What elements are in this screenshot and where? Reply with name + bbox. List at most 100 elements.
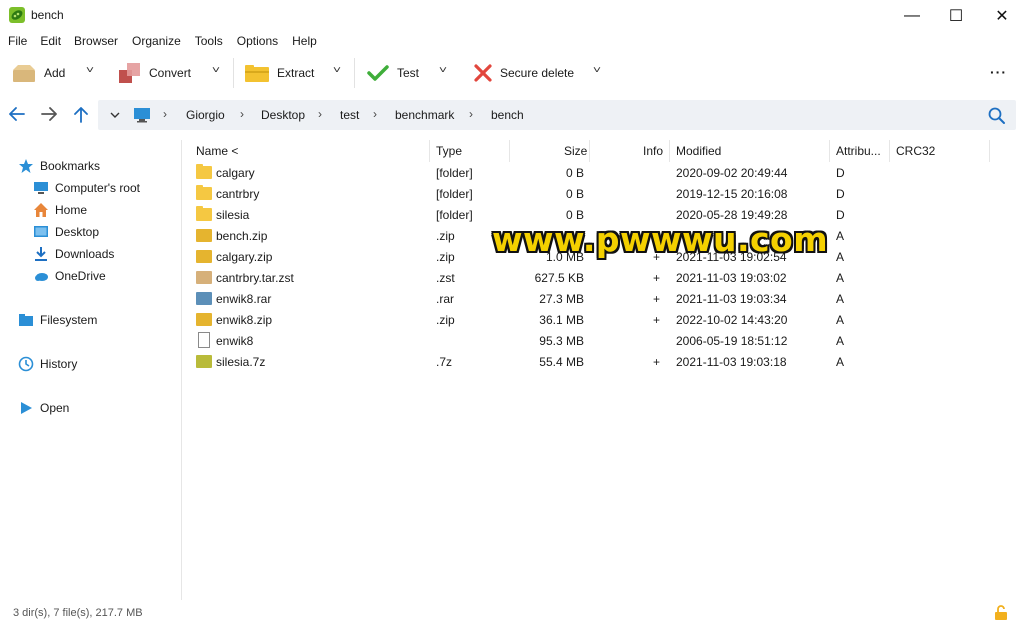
test-label: Test: [397, 66, 420, 80]
test-button[interactable]: Test: [367, 52, 419, 94]
column-header-type[interactable]: Type: [436, 140, 462, 162]
add-button[interactable]: Add: [12, 52, 65, 94]
toolbar-divider: [354, 58, 355, 88]
file-attributes: A: [836, 250, 845, 264]
folder-icon: [196, 164, 212, 179]
toolbar-divider: [233, 58, 234, 88]
column-header-info[interactable]: Info: [643, 140, 663, 162]
download-icon: [35, 247, 47, 261]
breadcrumb-separator-icon: ›: [373, 107, 377, 121]
file-size: 27.3 MB: [539, 292, 584, 306]
table-row[interactable]: enwik8.rar .rar 27.3 MB +2021-11-03 19:03:3…: [190, 289, 1020, 310]
menu-organize[interactable]: Organize: [132, 31, 181, 51]
extract-dropdown-icon[interactable]: ˅: [333, 65, 341, 76]
convert-dropdown-icon[interactable]: ˅: [212, 65, 220, 76]
sidebar-item-history[interactable]: History: [18, 354, 77, 374]
menu-edit[interactable]: Edit: [40, 31, 61, 51]
unlock-icon[interactable]: [994, 605, 1008, 621]
file-size: 36.1 MB: [539, 313, 584, 327]
folder-icon: [196, 206, 212, 221]
menu-options[interactable]: Options: [237, 31, 278, 51]
column-divider[interactable]: [669, 140, 670, 162]
file-name: silesia: [216, 208, 250, 222]
chevron-down-icon[interactable]: [110, 112, 120, 119]
column-divider[interactable]: [889, 140, 890, 162]
file-info: +: [652, 355, 660, 369]
column-header-crc32[interactable]: CRC32: [896, 140, 935, 162]
column-divider[interactable]: [509, 140, 510, 162]
sidebar-item-downloads[interactable]: Downloads: [33, 244, 114, 264]
sidebar-item-onedrive[interactable]: OneDrive: [33, 266, 106, 286]
file-attributes: A: [836, 313, 845, 327]
file-attributes: D: [836, 187, 845, 201]
menu-help[interactable]: Help: [292, 31, 317, 51]
column-header-modified[interactable]: Modified: [676, 140, 721, 162]
breadcrumb-giorgio[interactable]: Giorgio: [186, 108, 225, 122]
column-divider[interactable]: [429, 140, 430, 162]
file-attributes: D: [836, 208, 845, 222]
column-divider[interactable]: [989, 140, 990, 162]
menu-browser[interactable]: Browser: [74, 31, 118, 51]
file-name: bench.zip: [216, 229, 268, 243]
file-info: +: [652, 292, 660, 306]
more-options-icon[interactable]: ···: [990, 64, 1007, 80]
table-row[interactable]: silesia.7z .7z 55.4 MB +2021-11-03 19:03:18…: [190, 352, 1020, 373]
search-icon[interactable]: [988, 107, 1006, 125]
sidebar-item-filesystem[interactable]: Filesystem: [18, 310, 97, 330]
column-header-name[interactable]: Name <: [196, 140, 238, 162]
forward-arrow-icon[interactable]: [41, 107, 57, 121]
column-header-size[interactable]: Size: [564, 140, 587, 162]
table-row[interactable]: cantrbry [folder] 0 B 2019-12-15 20:16:08 D: [190, 184, 1020, 205]
breadcrumb-separator-icon: ›: [163, 107, 167, 121]
file-attributes: A: [836, 229, 845, 243]
file-attributes: A: [836, 292, 845, 306]
sidebar-item-computers-root[interactable]: Computer's root: [33, 178, 140, 198]
up-arrow-icon[interactable]: [74, 107, 88, 123]
file-attributes: A: [836, 355, 845, 369]
sidebar-item-desktop[interactable]: Desktop: [33, 222, 99, 242]
add-dropdown-icon[interactable]: ˅: [86, 65, 94, 76]
file-type: .rar: [436, 292, 454, 306]
menu-tools[interactable]: Tools: [195, 31, 223, 51]
file-type: .7z: [436, 355, 453, 369]
zst-archive-icon: [196, 271, 212, 284]
extract-button[interactable]: Extract: [245, 52, 314, 94]
secure-delete-dropdown-icon[interactable]: ˅: [593, 65, 601, 76]
convert-label: Convert: [149, 66, 192, 80]
file-name: enwik8.zip: [216, 313, 273, 327]
breadcrumb-benchmark[interactable]: benchmark: [395, 108, 454, 122]
sidebar-item-open[interactable]: Open: [18, 398, 69, 418]
sidebar-item-home[interactable]: Home: [33, 200, 87, 220]
sidebar-item-label: Computer's root: [55, 181, 140, 195]
breadcrumb-bench[interactable]: bench: [491, 108, 524, 122]
column-divider[interactable]: [589, 140, 590, 162]
breadcrumb-desktop[interactable]: Desktop: [261, 108, 305, 122]
secure-delete-button[interactable]: Secure delete: [474, 52, 574, 94]
cloud-icon: [35, 273, 48, 281]
table-row[interactable]: enwik8 95.3 MB 2006-05-19 18:51:12 A: [190, 331, 1020, 352]
menu-file[interactable]: File: [8, 31, 27, 51]
file-attributes: D: [836, 166, 845, 180]
breadcrumb-separator-icon: ›: [240, 107, 244, 121]
back-arrow-icon[interactable]: [9, 107, 25, 121]
watermark-text: www.pwwwu.com: [492, 220, 829, 259]
test-dropdown-icon[interactable]: ˅: [439, 65, 447, 76]
address-bar[interactable]: › Giorgio › Desktop › test › benchmark ›…: [98, 100, 1016, 130]
file-name: enwik8.rar: [216, 292, 272, 306]
sidebar-item-bookmarks[interactable]: Bookmarks: [18, 156, 100, 176]
maximize-button[interactable]: ☐: [933, 0, 979, 31]
convert-button[interactable]: Convert: [119, 52, 191, 94]
status-text: 3 dir(s), 7 file(s), 217.7 MB: [13, 607, 143, 619]
column-divider[interactable]: [829, 140, 830, 162]
minimize-button[interactable]: —: [889, 0, 935, 31]
breadcrumb-test[interactable]: test: [340, 108, 359, 122]
close-button[interactable]: ✕: [979, 0, 1025, 31]
table-row[interactable]: enwik8.zip .zip 36.1 MB +2022-10-02 14:43:2…: [190, 310, 1020, 331]
menu-bar: File Edit Browser Organize Tools Options…: [0, 31, 1026, 51]
sidebar-item-label: Filesystem: [40, 313, 98, 327]
toolbar: Add ˅ Convert ˅ Extract ˅ Test ˅ Secure …: [0, 52, 1026, 94]
table-row[interactable]: calgary [folder] 0 B 2020-09-02 20:49:44 D: [190, 163, 1020, 184]
table-row[interactable]: cantrbry.tar.zst .zst 627.5 KB +2021-11-03 …: [190, 268, 1020, 289]
column-header-attributes[interactable]: Attribu...: [836, 140, 881, 162]
breadcrumb-separator-icon: ›: [318, 107, 322, 121]
